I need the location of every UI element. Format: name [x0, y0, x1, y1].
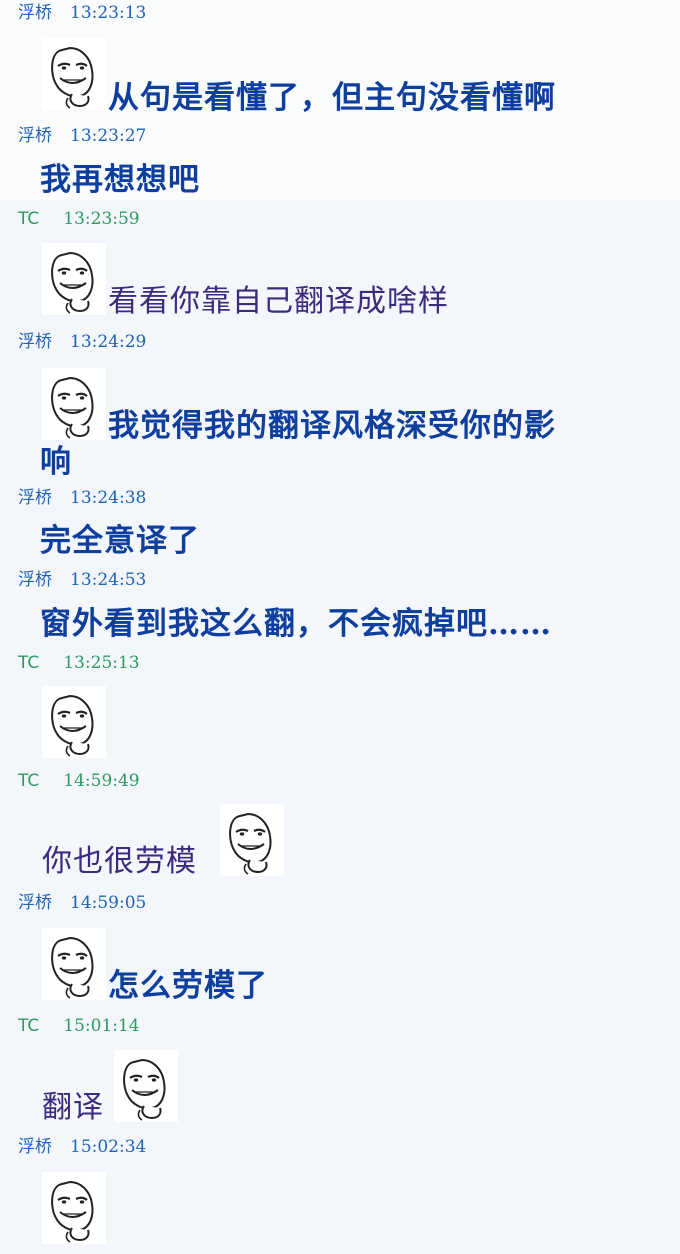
message-header: TC 13:23:59 — [18, 209, 140, 229]
sender-name: 浮桥 — [18, 1137, 52, 1157]
sender-name: TC — [18, 653, 40, 673]
smirk-face-icon — [42, 1172, 106, 1244]
message-text: 怎么劳模了 — [108, 968, 268, 1004]
sender-name: 浮桥 — [18, 3, 52, 23]
timestamp: 13:23:27 — [70, 126, 147, 146]
sender-name: 浮桥 — [18, 570, 52, 590]
message-header: 浮桥 13:24:29 — [18, 332, 146, 352]
timestamp: 13:24:29 — [70, 332, 147, 352]
sender-name: 浮桥 — [18, 893, 52, 913]
message-text: 我再想想吧 — [40, 162, 200, 198]
sender-name: 浮桥 — [18, 126, 52, 146]
timestamp: 14:59:05 — [70, 893, 147, 913]
message-text: 翻译 — [42, 1090, 104, 1125]
smirk-face-icon — [42, 38, 106, 110]
message-text-continued: 响 — [40, 444, 72, 480]
message-header: TC 15:01:14 — [18, 1016, 140, 1036]
message-text: 窗外看到我这么翻，不会疯掉吧…… — [40, 606, 552, 642]
smirk-face-icon — [42, 928, 106, 1000]
message-text: 看看你靠自己翻译成啥样 — [108, 284, 449, 319]
timestamp: 15:01:14 — [63, 1016, 140, 1036]
message-text: 完全意译了 — [40, 523, 200, 559]
smirk-face-icon — [114, 1050, 178, 1122]
message-text: 我觉得我的翻译风格深受你的影 — [108, 408, 556, 444]
timestamp: 13:23:13 — [70, 3, 147, 23]
smirk-face-icon — [42, 686, 106, 758]
smirk-face-icon — [220, 804, 284, 876]
sender-name: TC — [18, 771, 40, 791]
timestamp: 15:02:34 — [70, 1137, 147, 1157]
message-header: 浮桥 13:24:53 — [18, 570, 146, 590]
timestamp: 13:25:13 — [63, 653, 140, 673]
message-header: TC 14:59:49 — [18, 771, 140, 791]
message-header: 浮桥 14:59:05 — [18, 893, 146, 913]
timestamp: 13:24:38 — [70, 488, 147, 508]
message-header: 浮桥 13:23:13 — [18, 3, 146, 23]
timestamp: 13:23:59 — [63, 209, 140, 229]
message-text: 从句是看懂了，但主句没看懂啊 — [108, 80, 556, 116]
sender-name: 浮桥 — [18, 332, 52, 352]
timestamp: 13:24:53 — [70, 570, 147, 590]
message-header: 浮桥 13:24:38 — [18, 488, 146, 508]
message-header: 浮桥 13:23:27 — [18, 126, 146, 146]
chat-history: 浮桥 13:23:13 从句是看懂了，但主句没看懂啊 浮桥 13:23:27 我再想… — [0, 0, 680, 1254]
sender-name: 浮桥 — [18, 488, 52, 508]
smirk-face-icon — [42, 243, 106, 315]
timestamp: 14:59:49 — [63, 771, 140, 791]
sender-name: TC — [18, 209, 40, 229]
smirk-face-icon — [42, 368, 106, 440]
sender-name: TC — [18, 1016, 40, 1036]
message-header: 浮桥 15:02:34 — [18, 1137, 146, 1157]
message-header: TC 13:25:13 — [18, 653, 140, 673]
message-text: 你也很劳模 — [42, 844, 197, 879]
